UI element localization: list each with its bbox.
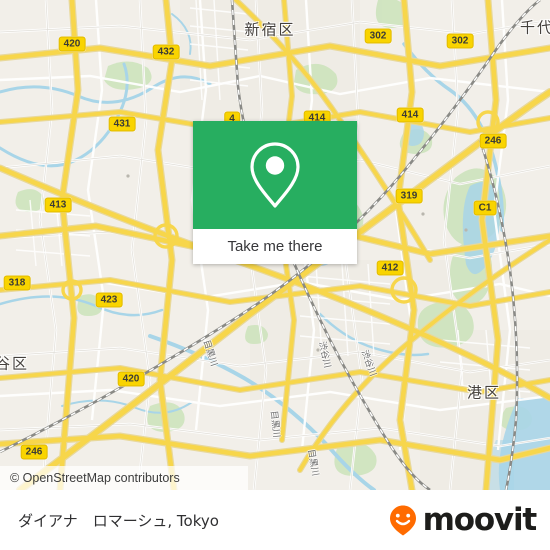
river-label: 目黒川 [268,410,281,439]
map-attribution[interactable]: © OpenStreetMap contributors [0,466,248,490]
road-shield: C1 [473,200,497,216]
road-shield: 431 [108,116,136,132]
road-shield: 246 [479,133,507,149]
road-shield: 420 [58,36,86,52]
moovit-brand[interactable]: moovit [386,501,538,538]
road-shield: 414 [396,107,424,123]
popup-marker-panel [193,121,357,229]
moovit-wordmark: moovit [422,501,538,538]
road-shield: 423 [95,292,123,308]
footer-bar: ダイアナ ロマーシュ, Tokyo moovit [0,490,550,550]
place-title: ダイアナ ロマーシュ, Tokyo [18,511,219,530]
road-shield: 420 [117,371,145,387]
road-shield: 413 [44,197,72,213]
road-shield: 318 [3,275,31,291]
road-shield: 246 [20,444,48,460]
map-pin-icon [250,142,300,208]
moovit-smiley-pin-icon [389,505,416,536]
place-popup-card[interactable]: Take me there [193,121,357,264]
district-label-chiyoda: 千代 [519,18,550,37]
road-shield: 302 [446,33,474,49]
road-shield: 302 [364,28,392,44]
road-shield: 412 [376,260,404,276]
road-shield: 319 [395,188,423,204]
take-me-there-button[interactable]: Take me there [193,229,357,264]
district-label-shinjuku: 新宿区 [244,20,296,39]
map-canvas[interactable]: 420 432 302 302 431 414 414 4 246 413 31… [0,0,550,490]
district-label-shibuya: 谷区 [0,354,30,373]
district-label-minato: 港区 [466,383,502,402]
map-screenshot: 420 432 302 302 431 414 414 4 246 413 31… [0,0,550,550]
road-shield: 432 [152,44,180,60]
